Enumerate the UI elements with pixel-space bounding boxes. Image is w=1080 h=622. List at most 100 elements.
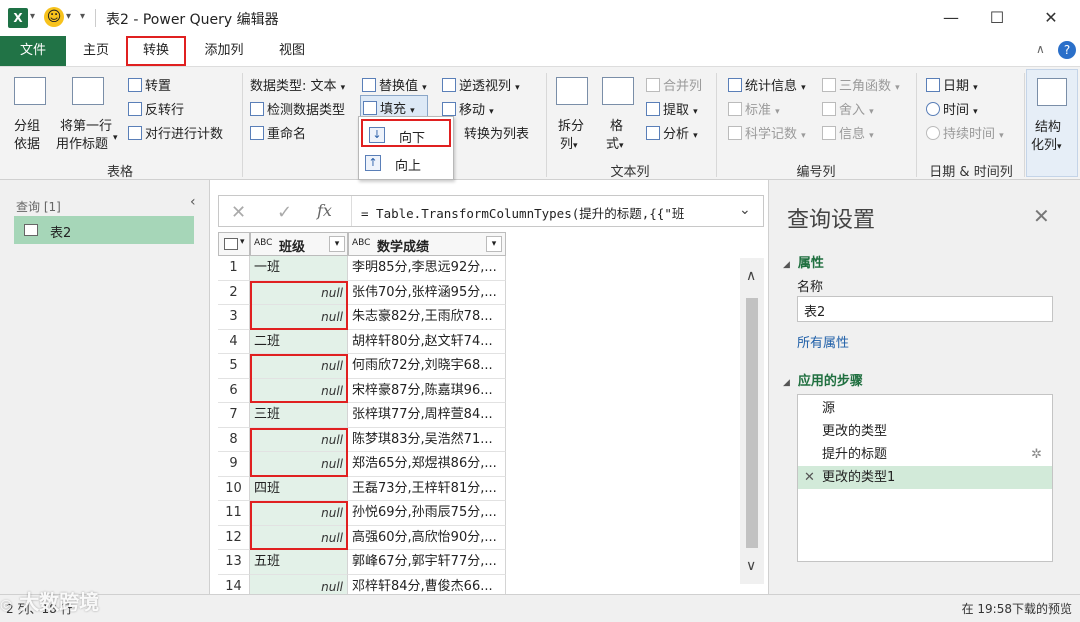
row-number[interactable]: 14 xyxy=(218,574,250,594)
delete-step-icon[interactable]: ✕ xyxy=(804,466,815,489)
column-header-math-score[interactable]: ABC 数学成绩 ▾ xyxy=(348,232,506,256)
cell-math-score[interactable]: 郭峰67分,郭宇轩77分,... xyxy=(348,550,506,575)
all-properties-link[interactable]: 所有属性 xyxy=(797,332,849,351)
fill-button[interactable]: 填充 ▾ xyxy=(360,95,428,117)
minimize-button[interactable]: — xyxy=(936,6,966,30)
row-number[interactable]: 9 xyxy=(218,452,250,477)
tab-add-column[interactable]: 添加列 xyxy=(194,36,254,66)
properties-section-header[interactable]: ◢ 属性 xyxy=(783,252,824,271)
row-number[interactable]: 10 xyxy=(218,476,250,501)
duration-button[interactable]: 持续时间 ▾ xyxy=(926,123,1004,142)
row-number[interactable]: 7 xyxy=(218,403,250,428)
chevron-down-icon[interactable]: ⌄ xyxy=(739,202,751,218)
maximize-button[interactable]: ☐ xyxy=(982,6,1012,30)
scientific-button[interactable]: 科学记数 ▾ xyxy=(728,123,806,142)
cell-math-score[interactable]: 郑浩65分,郑煜祺86分,... xyxy=(348,452,506,477)
query-name-input[interactable]: 表2 xyxy=(797,296,1053,322)
smiley-icon[interactable]: ☺ xyxy=(44,7,64,27)
filter-dropdown-icon[interactable]: ▾ xyxy=(329,236,345,252)
cell-math-score[interactable]: 朱志豪82分,王雨欣78... xyxy=(348,305,506,330)
statistics-button[interactable]: 统计信息 ▾ xyxy=(728,75,806,94)
cell-class[interactable]: null xyxy=(250,574,348,594)
row-number[interactable]: 2 xyxy=(218,280,250,305)
filter-dropdown-icon[interactable]: ▾ xyxy=(486,236,502,252)
row-number[interactable]: 1 xyxy=(218,256,250,281)
use-first-row-button[interactable]: 将第一行 xyxy=(60,115,112,134)
cell-class[interactable]: 二班 xyxy=(250,329,348,354)
step-item[interactable]: 提升的标题 ✲ xyxy=(798,443,1052,466)
fx-icon[interactable]: fx xyxy=(317,201,332,220)
rounding-button[interactable]: 舍入 ▾ xyxy=(822,99,874,118)
text-type-icon[interactable]: ABC xyxy=(352,238,370,248)
cell-math-score[interactable]: 陈梦琪83分,吴浩然71... xyxy=(348,427,506,452)
time-button[interactable]: 时间 ▾ xyxy=(926,99,978,118)
detect-type-button[interactable]: 检测数据类型 xyxy=(250,99,345,118)
formula-input[interactable]: = Table.TransformColumnTypes(提升的标题,{{"班 xyxy=(361,203,684,222)
tab-view[interactable]: 视图 xyxy=(262,36,322,66)
chevron-down-icon[interactable]: ▾ xyxy=(66,11,71,22)
step-item[interactable]: 源 xyxy=(798,397,1052,420)
text-type-icon[interactable]: ABC xyxy=(254,238,272,248)
date-button[interactable]: 日期 ▾ xyxy=(926,75,978,94)
cell-math-score[interactable]: 张伟70分,张梓涵95分,... xyxy=(348,280,506,305)
table-menu-icon[interactable]: ▾ xyxy=(218,232,250,256)
vertical-scrollbar[interactable]: ∧ ∨ xyxy=(740,258,764,584)
close-button[interactable]: ✕ xyxy=(1036,6,1066,30)
tab-file[interactable]: 文件 xyxy=(0,36,66,66)
scrollbar-thumb[interactable] xyxy=(746,298,758,548)
rename-button[interactable]: 重命名 xyxy=(250,123,306,142)
row-number[interactable]: 8 xyxy=(218,427,250,452)
row-number[interactable]: 5 xyxy=(218,354,250,379)
help-icon[interactable]: ? xyxy=(1058,41,1076,59)
row-number[interactable]: 4 xyxy=(218,329,250,354)
split-column-button-line2[interactable]: 列▾ xyxy=(560,133,578,152)
merge-columns-button[interactable]: 合并列 xyxy=(646,75,702,94)
cell-math-score[interactable]: 孙悦69分,孙雨辰75分,... xyxy=(348,501,506,526)
quick-access-dropdown-icon[interactable]: ▾ xyxy=(80,11,85,22)
tab-transform[interactable]: 转换 xyxy=(126,36,186,66)
gear-icon[interactable]: ✲ xyxy=(1031,443,1042,466)
format-button-line2[interactable]: 式▾ xyxy=(606,133,624,152)
trig-button[interactable]: 三角函数 ▾ xyxy=(822,75,900,94)
reverse-rows-button[interactable]: 反转行 xyxy=(128,99,184,118)
cell-math-score[interactable]: 胡梓轩80分,赵文轩74... xyxy=(348,329,506,354)
count-rows-button[interactable]: 对行进行计数 xyxy=(128,123,223,142)
step-item-selected[interactable]: ✕ 更改的类型1 xyxy=(798,466,1052,489)
collapse-pane-icon[interactable]: ‹ xyxy=(190,194,196,210)
applied-steps-section-header[interactable]: ◢ 应用的步骤 xyxy=(783,370,863,389)
cell-math-score[interactable]: 宋梓豪87分,陈嘉琪96... xyxy=(348,378,506,403)
excel-icon[interactable]: X xyxy=(8,8,28,28)
cell-math-score[interactable]: 张梓琪77分,周梓萱84... xyxy=(348,403,506,428)
convert-to-list-button[interactable]: 转换为列表 xyxy=(464,123,529,142)
group-by-button[interactable]: 分组 xyxy=(14,115,40,134)
cell-math-score[interactable]: 李明85分,李思远92分,... xyxy=(348,256,506,281)
cell-math-score[interactable]: 邓梓轩84分,曹俊杰66... xyxy=(348,574,506,594)
group-by-button-line2[interactable]: 依据 xyxy=(14,133,40,152)
tab-home[interactable]: 主页 xyxy=(72,36,120,66)
data-type-dropdown[interactable]: 数据类型: 文本 ▾ xyxy=(250,75,345,94)
query-item[interactable]: 表2 xyxy=(14,216,194,244)
check-icon[interactable]: ✓ xyxy=(277,202,292,223)
cell-class[interactable]: 四班 xyxy=(250,476,348,501)
collapse-ribbon-icon[interactable]: ∧ xyxy=(1036,42,1045,56)
structured-column-button[interactable]: 结构 化列▾ xyxy=(1026,69,1078,177)
chevron-down-icon[interactable]: ▾ xyxy=(113,133,118,143)
row-number[interactable]: 3 xyxy=(218,305,250,330)
cell-class[interactable]: 三班 xyxy=(250,403,348,428)
cell-math-score[interactable]: 何雨欣72分,刘晓宇68... xyxy=(348,354,506,379)
cell-math-score[interactable]: 高强60分,高欣怡90分,... xyxy=(348,525,506,550)
fill-up-menu-item[interactable]: ↑ 向上 xyxy=(359,149,453,177)
parse-button[interactable]: 分析 ▾ xyxy=(646,123,698,142)
row-number[interactable]: 6 xyxy=(218,378,250,403)
chevron-down-icon[interactable]: ▾ xyxy=(30,11,35,22)
cancel-icon[interactable]: ✕ xyxy=(231,202,246,223)
cell-math-score[interactable]: 王磊73分,王梓轩81分,... xyxy=(348,476,506,501)
fill-down-menu-item[interactable]: ↓ 向下 xyxy=(361,119,451,147)
row-number[interactable]: 11 xyxy=(218,501,250,526)
cell-class[interactable]: 五班 xyxy=(250,550,348,575)
row-number[interactable]: 12 xyxy=(218,525,250,550)
scroll-up-icon[interactable]: ∧ xyxy=(746,268,756,284)
scroll-down-icon[interactable]: ∨ xyxy=(746,558,756,574)
extract-button[interactable]: 提取 ▾ xyxy=(646,99,698,118)
split-column-button[interactable]: 拆分 xyxy=(558,115,584,134)
